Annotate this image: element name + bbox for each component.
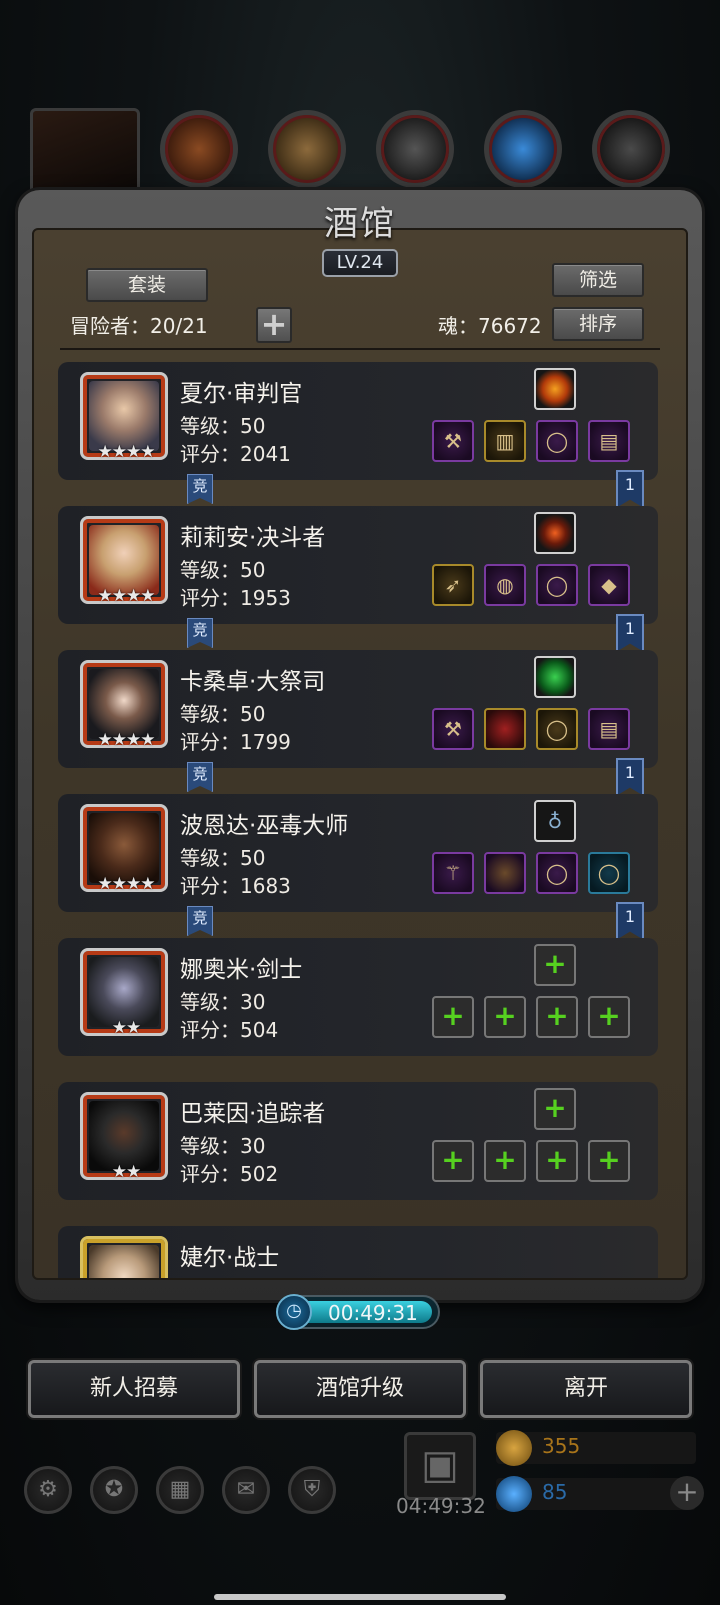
mail-icon[interactable]: ✉ [222,1466,270,1514]
ring-icon[interactable]: ◯ [536,564,578,606]
add-weapon-icon[interactable]: + [432,996,474,1038]
rank-ribbon: 1 [616,614,644,652]
rank-ribbon: 1 [616,902,644,940]
star-rating: ★★ [111,1018,141,1038]
star-rating: ★★★★ [97,586,156,606]
axe-weapon-icon[interactable]: ⚒ [432,420,474,462]
upgrade-tavern-button[interactable]: 酒馆升级 [254,1360,466,1418]
ring-icon[interactable]: ◯ [536,852,578,894]
hero-card[interactable]: 婕尔·战士 [58,1226,658,1278]
hero-level: 等级：30 [180,1134,266,1158]
hero-portrait [80,1236,168,1278]
axe-weapon-icon[interactable]: ⚒ [432,708,474,750]
robe-icon[interactable] [484,708,526,750]
add-accessory-icon[interactable]: + [534,944,576,986]
gem-icon [496,1476,532,1512]
add-weapon-icon[interactable]: + [432,1140,474,1182]
amulet-icon[interactable]: ◆ [588,564,630,606]
hero-card[interactable]: ★★★★ 波恩达·巫毒大师 等级：50 评分：1683 ♁ ⚚ ◯ ◯ 竞 1 [58,794,658,940]
hero-name: 夏尔·审判官 [180,381,303,407]
emblem-icon[interactable]: ✪ [90,1466,138,1514]
add-armor-icon[interactable]: + [484,996,526,1038]
hero-score: 评分：1799 [180,730,291,754]
hero-score: 评分：1683 [180,874,291,898]
add-ring-icon[interactable]: + [588,1140,630,1182]
rank-ribbon: 1 [616,758,644,796]
hero-score: 评分：504 [180,1018,279,1042]
ring-icon[interactable]: ◯ [536,708,578,750]
rank-ribbon: 1 [616,470,644,508]
add-accessory-icon[interactable]: + [534,1088,576,1130]
boots-icon[interactable]: ▤ [588,708,630,750]
armor-icon[interactable]: ▥ [484,420,526,462]
flame-gem-icon[interactable] [534,512,576,554]
hero-score: 评分：2041 [180,442,291,466]
leave-button[interactable]: 离开 [480,1360,692,1418]
home-indicator[interactable] [214,1594,506,1600]
add-ring-icon[interactable]: + [536,996,578,1038]
hero-name: 娜奥米·剑士 [180,957,303,983]
staff-weapon-icon[interactable]: ⚚ [432,852,474,894]
boots-icon[interactable]: ▤ [588,420,630,462]
add-armor-icon[interactable]: + [484,1140,526,1182]
hero-score: 评分：502 [180,1162,279,1186]
hero-card[interactable]: ★★ 巴莱因·追踪者 等级：30 评分：502 + + + + + [58,1082,658,1200]
gem-resource: 85 [496,1476,696,1512]
gift-timer: 04:49:32 [396,1494,486,1518]
cloak-icon[interactable] [484,852,526,894]
gold-coin-icon [496,1430,532,1466]
hero-score: 评分：1953 [180,586,291,610]
gold-value: 355 [542,1434,581,1458]
hero-level: 等级：50 [180,702,266,726]
chest-armor-icon[interactable]: ◍ [484,564,526,606]
hero-name: 莉莉安·决斗者 [180,525,326,551]
hero-card[interactable]: ★★★★ 莉莉安·决斗者 等级：50 评分：1953 ➶ ◍ ◯ ◆ 竞 1 [58,506,658,652]
hero-level: 等级：30 [180,990,266,1014]
hero-card[interactable]: ★★★★ 卡桑卓·大祭司 等级：50 评分：1799 ⚒ ◯ ▤ 竞 1 [58,650,658,796]
star-rating: ★★★★ [97,730,156,750]
star-rating: ★★★★ [97,874,156,894]
green-scroll-icon[interactable] [534,656,576,698]
add-ring-icon[interactable]: + [536,1140,578,1182]
ring-icon[interactable]: ◯ [536,420,578,462]
hero-level: 等级：50 [180,846,266,870]
spear-weapon-icon[interactable]: ➶ [432,564,474,606]
tavern-timer: ◷ 00:49:31 [276,1294,440,1330]
necklace-icon[interactable]: ♁ [534,800,576,842]
recruit-button[interactable]: 新人招募 [28,1360,240,1418]
competition-tag: 竞 [187,906,213,936]
map-icon[interactable]: ▦ [156,1466,204,1514]
star-rating: ★★ [111,1162,141,1182]
hero-level: 等级：50 [180,558,266,582]
gold-resource: 355 [496,1430,696,1466]
hero-card[interactable]: ★★ 娜奥米·剑士 等级：30 评分：504 + + + + + [58,938,658,1056]
hero-name: 波恩达·巫毒大师 [180,813,349,839]
hero-card[interactable]: ★★★★ 夏尔·审判官 等级：50 评分：2041 ⚒ ▥ ◯ ▤ 竞 1 [58,362,658,508]
hero-level: 等级：50 [180,414,266,438]
gift-icon[interactable]: ▣ [404,1432,476,1500]
hero-name: 婕尔·战士 [180,1245,280,1271]
hero-list[interactable]: ★★★★ 夏尔·审判官 等级：50 评分：2041 ⚒ ▥ ◯ ▤ 竞 1 ★★… [0,0,720,1278]
gem-value: 85 [542,1480,568,1504]
settings-icon[interactable]: ⚙ [24,1466,72,1514]
timer-text: 00:49:31 [328,1301,418,1325]
ring-icon[interactable]: ◯ [588,852,630,894]
star-rating: ★★★★ [97,442,156,462]
clock-icon: ◷ [276,1294,312,1330]
competition-tag: 竞 [187,618,213,648]
add-currency-button[interactable]: + [670,1476,704,1510]
shield-icon[interactable]: ⛨ [288,1466,336,1514]
competition-tag: 竞 [187,762,213,792]
fire-orb-icon[interactable] [534,368,576,410]
add-ring-icon[interactable]: + [588,996,630,1038]
hero-name: 卡桑卓·大祭司 [180,669,326,695]
competition-tag: 竞 [187,474,213,504]
hero-name: 巴莱因·追踪者 [180,1101,326,1127]
